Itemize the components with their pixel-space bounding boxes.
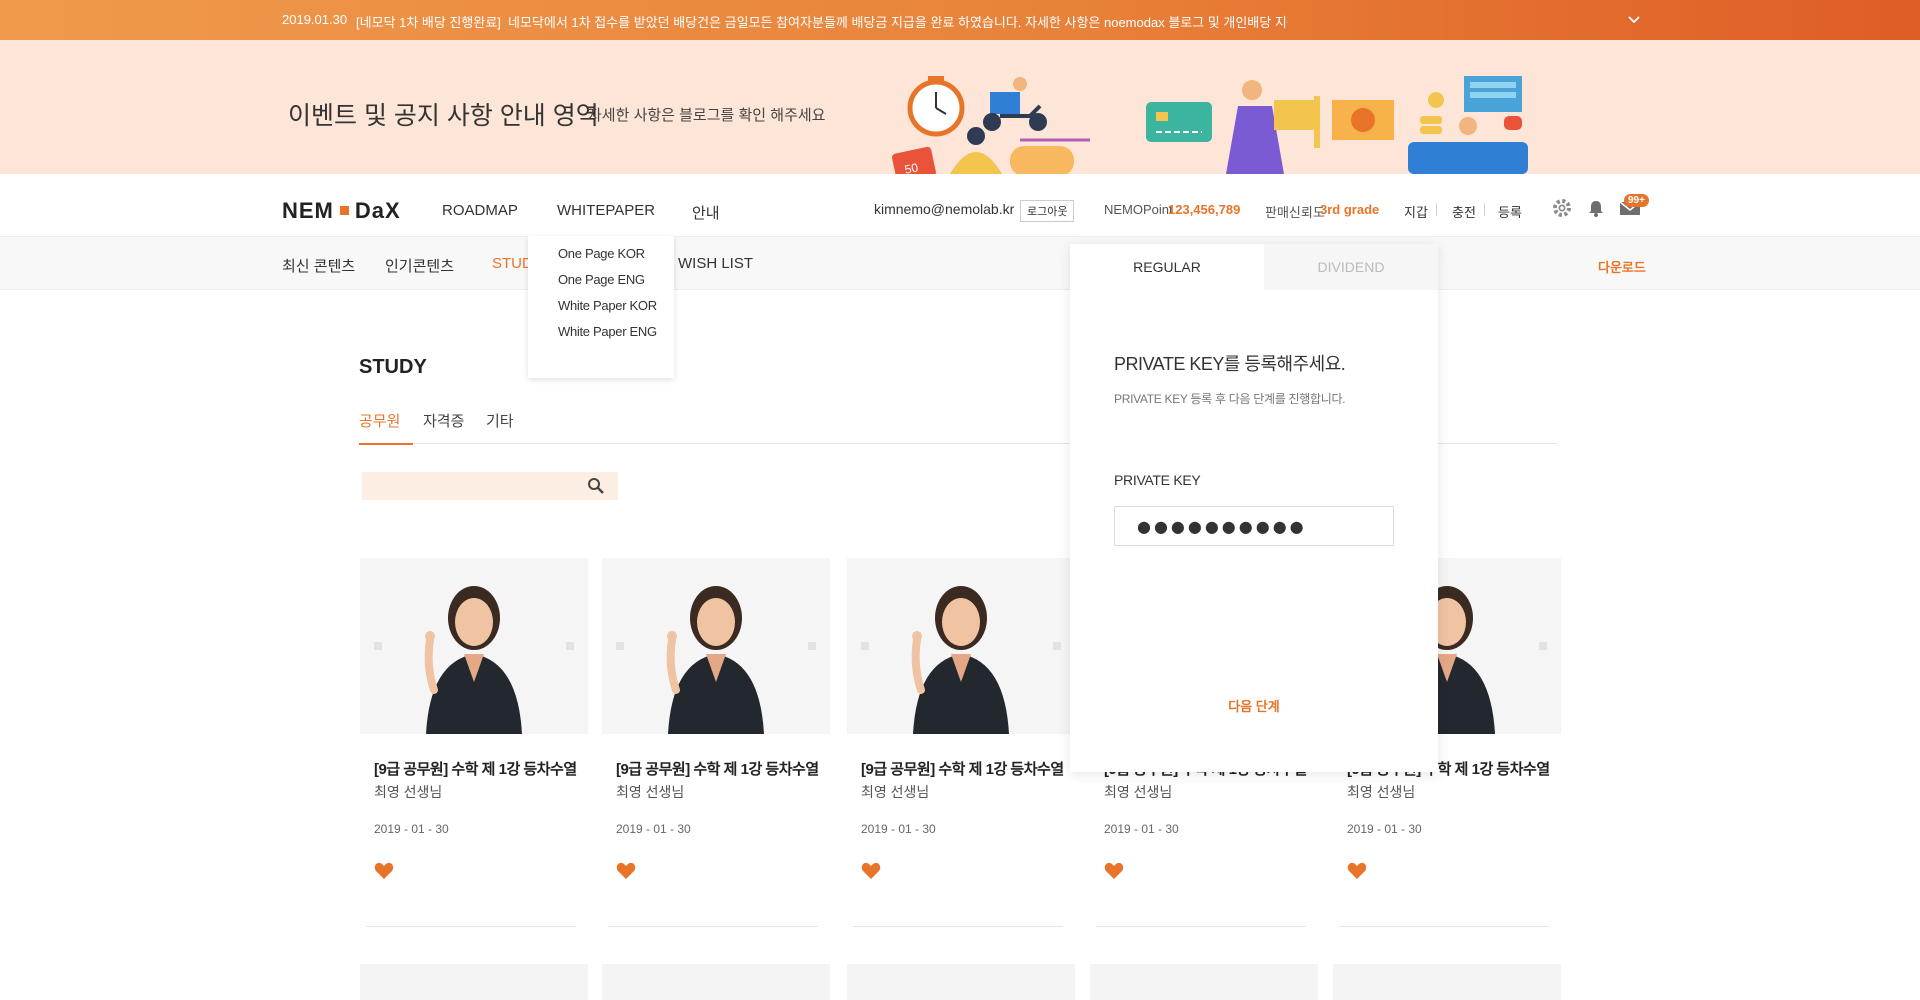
menu-white-paper-kor[interactable]: White Paper KOR	[558, 298, 657, 313]
user-email: kimnemo@nemolab.kr	[874, 201, 1015, 217]
card-thumbnail-partial[interactable]	[847, 964, 1075, 1000]
heart-icon[interactable]	[861, 862, 881, 880]
mail-badge: 99+	[1624, 194, 1649, 207]
notice-text[interactable]: 네모닥에서 1차 접수를 받았던 배당건은 금일모든 참여자분들께 배당금 지급…	[508, 12, 1288, 31]
card-teacher: 최영 선생님	[861, 784, 930, 800]
banner-illustration: 50	[892, 76, 1528, 174]
point-value: 123,456,789	[1168, 202, 1241, 217]
divider	[1484, 204, 1485, 216]
card-divider	[608, 926, 818, 927]
tab-regular[interactable]: REGULAR	[1070, 244, 1264, 290]
modal-description: PRIVATE KEY 등록 후 다음 단계를 진행합니다.	[1114, 392, 1346, 406]
tab-etc[interactable]: 기타	[486, 410, 514, 443]
event-banner[interactable]: 이벤트 및 공지 사항 안내 영역 자세한 사항은 블로그를 확인 해주세요 5…	[0, 40, 1920, 174]
heart-icon[interactable]	[1104, 862, 1124, 880]
settings-icon[interactable]	[1552, 198, 1572, 218]
card-thumbnail[interactable]	[360, 558, 588, 734]
heart-icon[interactable]	[374, 862, 394, 880]
subnav-popular[interactable]: 인기콘텐츠	[385, 255, 454, 276]
link-wallet[interactable]: 지갑	[1404, 202, 1428, 221]
card-teacher: 최영 선생님	[616, 784, 685, 800]
nav-guide[interactable]: 안내	[692, 202, 720, 223]
card-date: 2019 - 01 - 30	[616, 822, 691, 836]
menu-white-paper-eng[interactable]: White Paper ENG	[558, 324, 657, 339]
nav-whitepaper[interactable]: WHITEPAPER	[557, 202, 655, 219]
private-key-modal: REGULAR DIVIDEND PRIVATE KEY를 등록해주세요. PR…	[1070, 244, 1438, 772]
card-teacher: 최영 선생님	[374, 784, 443, 800]
page-title: STUDY	[359, 356, 427, 378]
content-card[interactable]: [9급 공무원] 수학 제 1강 등차수열 최영 선생님 2019 - 01 -…	[602, 558, 830, 930]
private-key-label: PRIVATE KEY	[1114, 472, 1201, 488]
tab-dividend[interactable]: DIVIDEND	[1264, 244, 1438, 290]
logo-text-left: NEM	[282, 198, 334, 223]
card-divider	[1096, 926, 1306, 927]
menu-one-page-kor[interactable]: One Page KOR	[558, 246, 645, 261]
logo[interactable]: NEM DaX	[282, 198, 401, 224]
card-thumbnail-partial[interactable]	[602, 964, 830, 1000]
search-icon[interactable]	[587, 477, 605, 495]
heart-icon[interactable]	[1347, 862, 1367, 880]
bell-icon[interactable]	[1586, 198, 1606, 218]
logo-square	[339, 206, 349, 216]
notice-date: 2019.01.30	[282, 12, 348, 27]
sub-navigation: 최신 콘텐츠 인기콘텐츠 STUDY WISH LIST 다운로드	[0, 236, 1920, 290]
chevron-down-icon[interactable]	[1626, 12, 1642, 28]
card-thumbnail-partial[interactable]	[360, 964, 588, 1000]
card-date: 2019 - 01 - 30	[374, 822, 449, 836]
subnav-latest[interactable]: 최신 콘텐츠	[282, 255, 355, 276]
tab-certificate[interactable]: 자격증	[423, 410, 464, 443]
grade-label: 판매신뢰도	[1265, 205, 1325, 220]
tab-civil-service[interactable]: 공무원	[359, 410, 413, 445]
link-charge[interactable]: 충전	[1452, 202, 1476, 221]
header: NEM DaX ROADMAP WHITEPAPER 안내 kimnemo@nem…	[0, 174, 1920, 236]
card-date: 2019 - 01 - 30	[861, 822, 936, 836]
card-date: 2019 - 01 - 30	[1347, 822, 1422, 836]
card-title[interactable]: [9급 공무원] 수학 제 1강 등차수열	[616, 758, 819, 779]
card-thumbnail[interactable]	[847, 558, 1075, 734]
logout-button[interactable]: 로그아웃	[1020, 200, 1075, 222]
private-key-input[interactable]	[1114, 506, 1394, 546]
banner-subtitle: 자세한 사항은 블로그를 확인 해주세요	[588, 107, 826, 124]
card-title[interactable]: [9급 공무원] 수학 제 1강 등차수열	[861, 758, 1064, 779]
card-teacher: 최영 선생님	[1347, 784, 1416, 800]
card-date: 2019 - 01 - 30	[1104, 822, 1179, 836]
nav-roadmap[interactable]: ROADMAP	[442, 202, 518, 219]
search-box	[362, 472, 618, 500]
card-divider	[853, 926, 1063, 927]
card-thumbnail-partial[interactable]	[1090, 964, 1318, 1000]
next-step-button[interactable]: 다음 단계	[1070, 696, 1438, 715]
banner-title: 이벤트 및 공지 사항 안내 영역	[288, 102, 599, 130]
notice-tag: [네모닥 1차 배당 진행완료]	[356, 15, 501, 30]
modal-tabs: REGULAR DIVIDEND	[1070, 244, 1438, 290]
search-input[interactable]	[370, 477, 570, 492]
card-thumbnail-partial[interactable]	[1333, 964, 1561, 1000]
divider	[1436, 204, 1437, 216]
card-thumbnail[interactable]	[602, 558, 830, 734]
content-card[interactable]: [9급 공무원] 수학 제 1강 등차수열 최영 선생님 2019 - 01 -…	[847, 558, 1075, 930]
download-link[interactable]: 다운로드	[1598, 257, 1646, 276]
content-card[interactable]: [9급 공무원] 수학 제 1강 등차수열 최영 선생님 2019 - 01 -…	[360, 558, 588, 930]
card-divider	[366, 926, 576, 927]
card-divider	[1339, 926, 1549, 927]
grade-value: 3rd grade	[1320, 202, 1380, 217]
logo-text-right: DaX	[354, 198, 401, 223]
heart-icon[interactable]	[616, 862, 636, 880]
card-title[interactable]: [9급 공무원] 수학 제 1강 등차수열	[374, 758, 577, 779]
point-label: NEMOPoint	[1104, 202, 1173, 217]
modal-title: PRIVATE KEY를 등록해주세요.	[1114, 354, 1346, 374]
menu-one-page-eng[interactable]: One Page ENG	[558, 272, 645, 287]
whitepaper-dropdown: One Page KOR One Page ENG White Paper KO…	[528, 236, 674, 378]
notice-bar: 2019.01.30 [네모닥 1차 배당 진행완료] 네모닥에서 1차 접수를…	[0, 0, 1920, 40]
card-teacher: 최영 선생님	[1104, 784, 1173, 800]
subnav-wishlist[interactable]: WISH LIST	[678, 255, 753, 272]
link-register[interactable]: 등록	[1498, 202, 1522, 221]
